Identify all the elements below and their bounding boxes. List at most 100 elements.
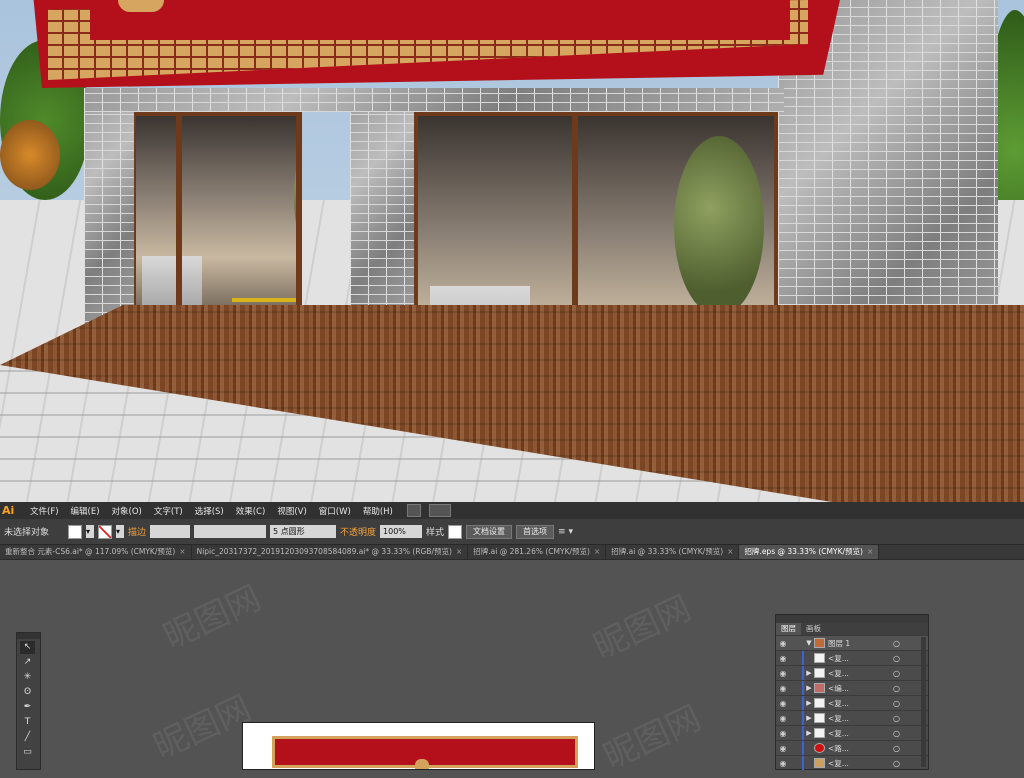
target-circle-icon[interactable]: ○ <box>893 684 900 693</box>
doc-tab-label: 招牌.ai @ 281.26% (CMYK/预览) <box>473 547 590 556</box>
menu-edit[interactable]: 编辑(E) <box>65 505 106 517</box>
visibility-eye-icon[interactable]: ◉ <box>776 669 790 678</box>
layer-row[interactable]: ◉ <复... ○ <box>776 650 928 665</box>
signboard-artwork[interactable] <box>272 736 578 769</box>
target-circle-icon[interactable]: ○ <box>893 654 900 663</box>
shop-window-left <box>132 112 302 322</box>
target-circle-icon[interactable]: ○ <box>893 669 900 678</box>
doc-tab[interactable]: 招牌.ai @ 281.26% (CMYK/预览) × <box>468 545 607 559</box>
layer-name[interactable]: <复... <box>828 668 849 679</box>
variable-width-dropdown[interactable] <box>194 525 267 538</box>
layer-row[interactable]: ◉ <路... ○ <box>776 740 928 755</box>
layers-panel-header[interactable] <box>776 615 928 623</box>
expand-arrow-icon[interactable]: ▶ <box>804 684 814 692</box>
opacity-field[interactable]: 100% <box>380 525 423 538</box>
layer-color-bar <box>802 651 804 665</box>
layers-scrollbar[interactable] <box>921 637 926 767</box>
stroke-swatch[interactable] <box>98 524 112 539</box>
menu-view[interactable]: 视图(V) <box>271 505 312 517</box>
layer-row[interactable]: ◉ ▼ 图层 1 ○ <box>776 635 928 650</box>
expand-arrow-icon[interactable]: ▶ <box>804 714 814 722</box>
layer-row[interactable]: ◉ ▶ <复... ○ <box>776 725 928 740</box>
doc-tab[interactable]: Nipic_20317372_20191203093708584089.ai* … <box>192 545 469 559</box>
rectangle-tool-icon[interactable]: ▭ <box>20 746 35 759</box>
expand-arrow-icon[interactable]: ▶ <box>804 729 814 737</box>
tools-panel-header[interactable] <box>17 633 40 639</box>
layer-name[interactable]: <复... <box>828 653 849 664</box>
menu-window[interactable]: 窗口(W) <box>313 505 357 517</box>
opacity-label[interactable]: 不透明度 <box>340 525 376 538</box>
menu-bar: Ai 文件(F) 编辑(E) 对象(O) 文字(T) 选择(S) 效果(C) 视… <box>0 502 1024 519</box>
visibility-eye-icon[interactable]: ◉ <box>776 759 790 768</box>
menu-effect[interactable]: 效果(C) <box>230 505 272 517</box>
layer-row[interactable]: ◉ ▶ <复... ○ <box>776 665 928 680</box>
menu-type[interactable]: 文字(T) <box>148 505 189 517</box>
layer-name[interactable]: <编... <box>828 683 849 694</box>
magic-wand-tool-icon[interactable]: ✳ <box>20 671 35 684</box>
target-circle-icon[interactable]: ○ <box>893 699 900 708</box>
visibility-eye-icon[interactable]: ◉ <box>776 699 790 708</box>
menu-select[interactable]: 选择(S) <box>189 505 230 517</box>
close-icon[interactable]: × <box>179 545 185 559</box>
target-circle-icon[interactable]: ○ <box>893 759 900 768</box>
doc-tab-active[interactable]: 招牌.eps @ 33.33% (CMYK/预览) × <box>739 545 880 559</box>
doc-tab-label: Nipic_20317372_20191203093708584089.ai* … <box>196 547 452 556</box>
panel-menu-icon[interactable]: ≡ ▾ <box>558 527 573 537</box>
layer-thumbnail <box>814 683 825 693</box>
layer-name[interactable]: <复... <box>828 698 849 709</box>
stroke-label[interactable]: 描边 <box>128 525 146 538</box>
brush-definition-dropdown[interactable]: 5 点圆形 <box>270 525 337 538</box>
layer-name[interactable]: <路... <box>828 743 849 754</box>
menu-object[interactable]: 对象(O) <box>106 505 148 517</box>
layer-row[interactable]: ◉ ▶ <复... ○ <box>776 695 928 710</box>
expand-arrow-icon[interactable]: ▼ <box>804 639 814 647</box>
pen-tool-icon[interactable]: ✒ <box>20 701 35 714</box>
visibility-eye-icon[interactable]: ◉ <box>776 639 790 648</box>
visibility-eye-icon[interactable]: ◉ <box>776 684 790 693</box>
target-circle-icon[interactable]: ○ <box>893 639 900 648</box>
watermark-text: 昵图网 <box>587 587 698 668</box>
expand-arrow-icon[interactable]: ▶ <box>804 699 814 707</box>
target-circle-icon[interactable]: ○ <box>893 744 900 753</box>
target-circle-icon[interactable]: ○ <box>893 714 900 723</box>
expand-arrow-icon[interactable]: ▶ <box>804 669 814 677</box>
menu-help[interactable]: 帮助(H) <box>357 505 399 517</box>
type-tool-icon[interactable]: T <box>20 716 35 729</box>
layer-name[interactable]: <复... <box>828 728 849 739</box>
stroke-weight-field[interactable] <box>150 525 191 538</box>
close-icon[interactable]: × <box>456 545 462 559</box>
direct-selection-tool-icon[interactable]: ↗ <box>20 656 35 669</box>
bridge-icon[interactable] <box>406 504 421 517</box>
close-icon[interactable]: × <box>727 545 733 559</box>
arrange-documents-icon[interactable] <box>428 504 451 517</box>
selection-tool-icon[interactable]: ↖ <box>20 641 35 654</box>
close-icon[interactable]: × <box>867 545 873 559</box>
layer-thumbnail <box>814 743 825 753</box>
tab-layers[interactable]: 图层 <box>776 623 801 635</box>
layer-thumbnail <box>814 668 825 678</box>
visibility-eye-icon[interactable]: ◉ <box>776 729 790 738</box>
fill-dropdown[interactable]: ▾ <box>86 525 94 538</box>
stroke-dropdown[interactable]: ▾ <box>116 525 124 538</box>
tab-artboards[interactable]: 画板 <box>801 623 826 635</box>
document-setup-button[interactable]: 文档设置 <box>466 524 513 539</box>
doc-tab[interactable]: 招牌.ai @ 33.33% (CMYK/预览) × <box>606 545 740 559</box>
menu-file[interactable]: 文件(F) <box>24 505 65 517</box>
layer-row[interactable]: ◉ ▶ <编... ○ <box>776 680 928 695</box>
lasso-tool-icon[interactable]: ʘ <box>20 686 35 699</box>
graphic-style-swatch[interactable] <box>448 524 463 539</box>
visibility-eye-icon[interactable]: ◉ <box>776 654 790 663</box>
layer-name[interactable]: <复... <box>828 713 849 724</box>
visibility-eye-icon[interactable]: ◉ <box>776 744 790 753</box>
watermark-text: 昵图网 <box>597 697 708 778</box>
doc-tab[interactable]: 重新整合 元素-CS6.ai* @ 117.09% (CMYK/预览) × <box>0 545 192 559</box>
target-circle-icon[interactable]: ○ <box>893 729 900 738</box>
fill-swatch[interactable] <box>68 524 82 539</box>
close-icon[interactable]: × <box>594 545 600 559</box>
line-tool-icon[interactable]: ╱ <box>20 731 35 744</box>
preferences-button[interactable]: 首选项 <box>516 524 555 539</box>
layer-name[interactable]: 图层 1 <box>828 638 850 649</box>
layer-name[interactable]: <复... <box>828 758 849 769</box>
visibility-eye-icon[interactable]: ◉ <box>776 714 790 723</box>
layer-row[interactable]: ◉ ▶ <复... ○ <box>776 710 928 725</box>
